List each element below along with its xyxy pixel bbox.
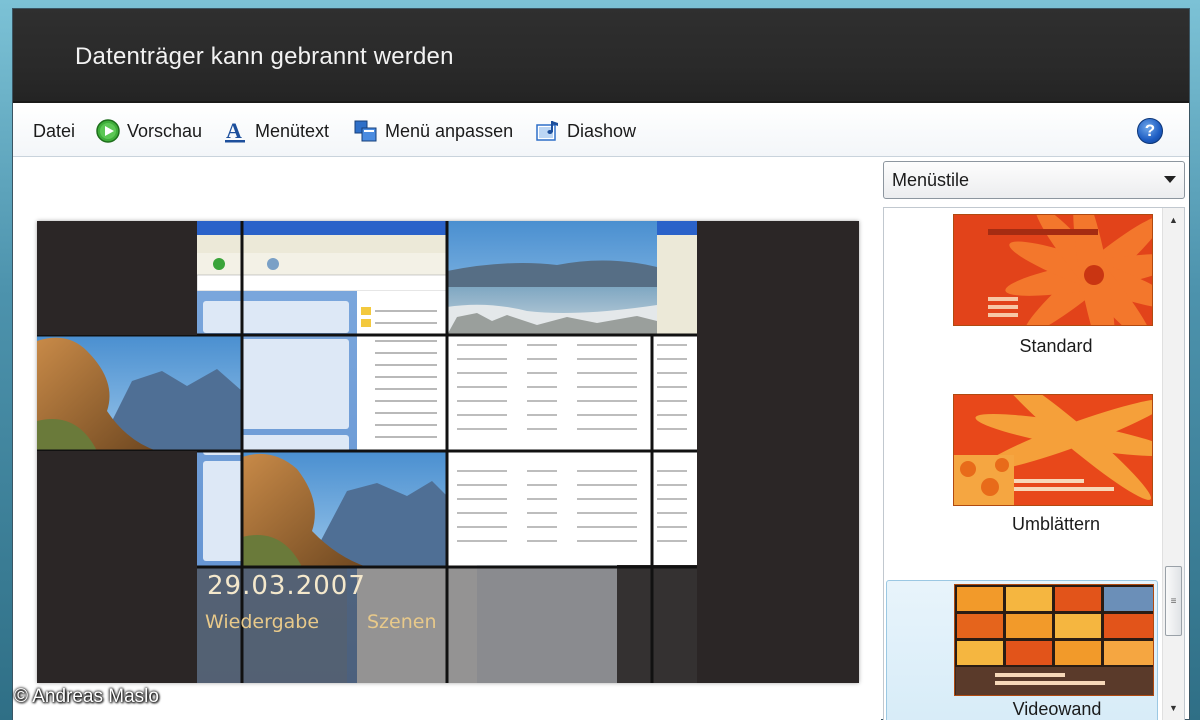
style-thumbnail bbox=[953, 394, 1153, 506]
preview-area: 29.03.2007 Wiedergabe Szenen bbox=[13, 158, 881, 720]
preview-label: Vorschau bbox=[127, 120, 203, 141]
chevron-down-icon bbox=[1164, 176, 1176, 183]
menu-styles-list: Standard Umblättern Videowand ▲ ≡ ▼ bbox=[883, 207, 1185, 720]
file-menu-label: Datei bbox=[33, 120, 76, 141]
slideshow-icon bbox=[535, 118, 561, 144]
menu-preview: 29.03.2007 Wiedergabe Szenen bbox=[37, 221, 859, 683]
scroll-down-icon[interactable]: ▼ bbox=[1163, 698, 1184, 718]
style-item-umblaettern[interactable]: Umblättern bbox=[886, 394, 1158, 542]
menu-styles-dropdown[interactable]: Menüstile bbox=[883, 161, 1185, 199]
scroll-up-icon[interactable]: ▲ bbox=[1163, 210, 1184, 230]
menu-play-button[interactable]: Wiedergabe bbox=[205, 611, 319, 633]
scroll-thumb[interactable]: ≡ bbox=[1165, 566, 1182, 636]
video-wall-preview bbox=[37, 221, 859, 683]
style-label: Videowand bbox=[1012, 699, 1102, 719]
style-thumbnail bbox=[954, 584, 1154, 696]
text-a-icon: A bbox=[223, 118, 249, 144]
style-label: Umblättern bbox=[1011, 514, 1101, 534]
title-bar: Datenträger kann gebrannt werden bbox=[13, 9, 1189, 103]
menutext-label: Menütext bbox=[255, 120, 330, 141]
style-label: Standard bbox=[1019, 336, 1093, 356]
copyright-watermark: © Andreas Maslo bbox=[14, 686, 159, 707]
play-icon bbox=[95, 118, 121, 144]
slideshow-label: Diashow bbox=[567, 120, 637, 141]
menu-scenes-button[interactable]: Szenen bbox=[367, 611, 437, 633]
dvd-maker-window: Datenträger kann gebrannt werden Datei V… bbox=[12, 8, 1190, 720]
slideshow-button[interactable]: Diashow bbox=[535, 116, 636, 146]
style-item-standard[interactable]: Standard bbox=[886, 214, 1158, 364]
menutext-button[interactable]: A Menütext bbox=[223, 116, 329, 146]
style-item-videowand[interactable]: Videowand bbox=[886, 580, 1158, 720]
window-title: Datenträger kann gebrannt werden bbox=[75, 43, 454, 70]
help-icon[interactable]: ? bbox=[1137, 118, 1163, 144]
toolbar: Datei Vorschau A Menütext Menü anpassen … bbox=[13, 105, 1189, 157]
style-thumbnail bbox=[953, 214, 1153, 326]
preview-button[interactable]: Vorschau bbox=[95, 116, 202, 146]
styles-scrollbar[interactable]: ▲ ≡ ▼ bbox=[1162, 208, 1184, 720]
dropdown-value: Menüstile bbox=[892, 169, 970, 190]
customize-menu-icon bbox=[353, 118, 379, 144]
menu-date-text: 29.03.2007 bbox=[207, 571, 366, 601]
customize-menu-label: Menü anpassen bbox=[385, 120, 514, 141]
svg-text:A: A bbox=[226, 118, 242, 143]
customize-menu-button[interactable]: Menü anpassen bbox=[353, 116, 513, 146]
file-menu[interactable]: Datei bbox=[33, 116, 75, 146]
